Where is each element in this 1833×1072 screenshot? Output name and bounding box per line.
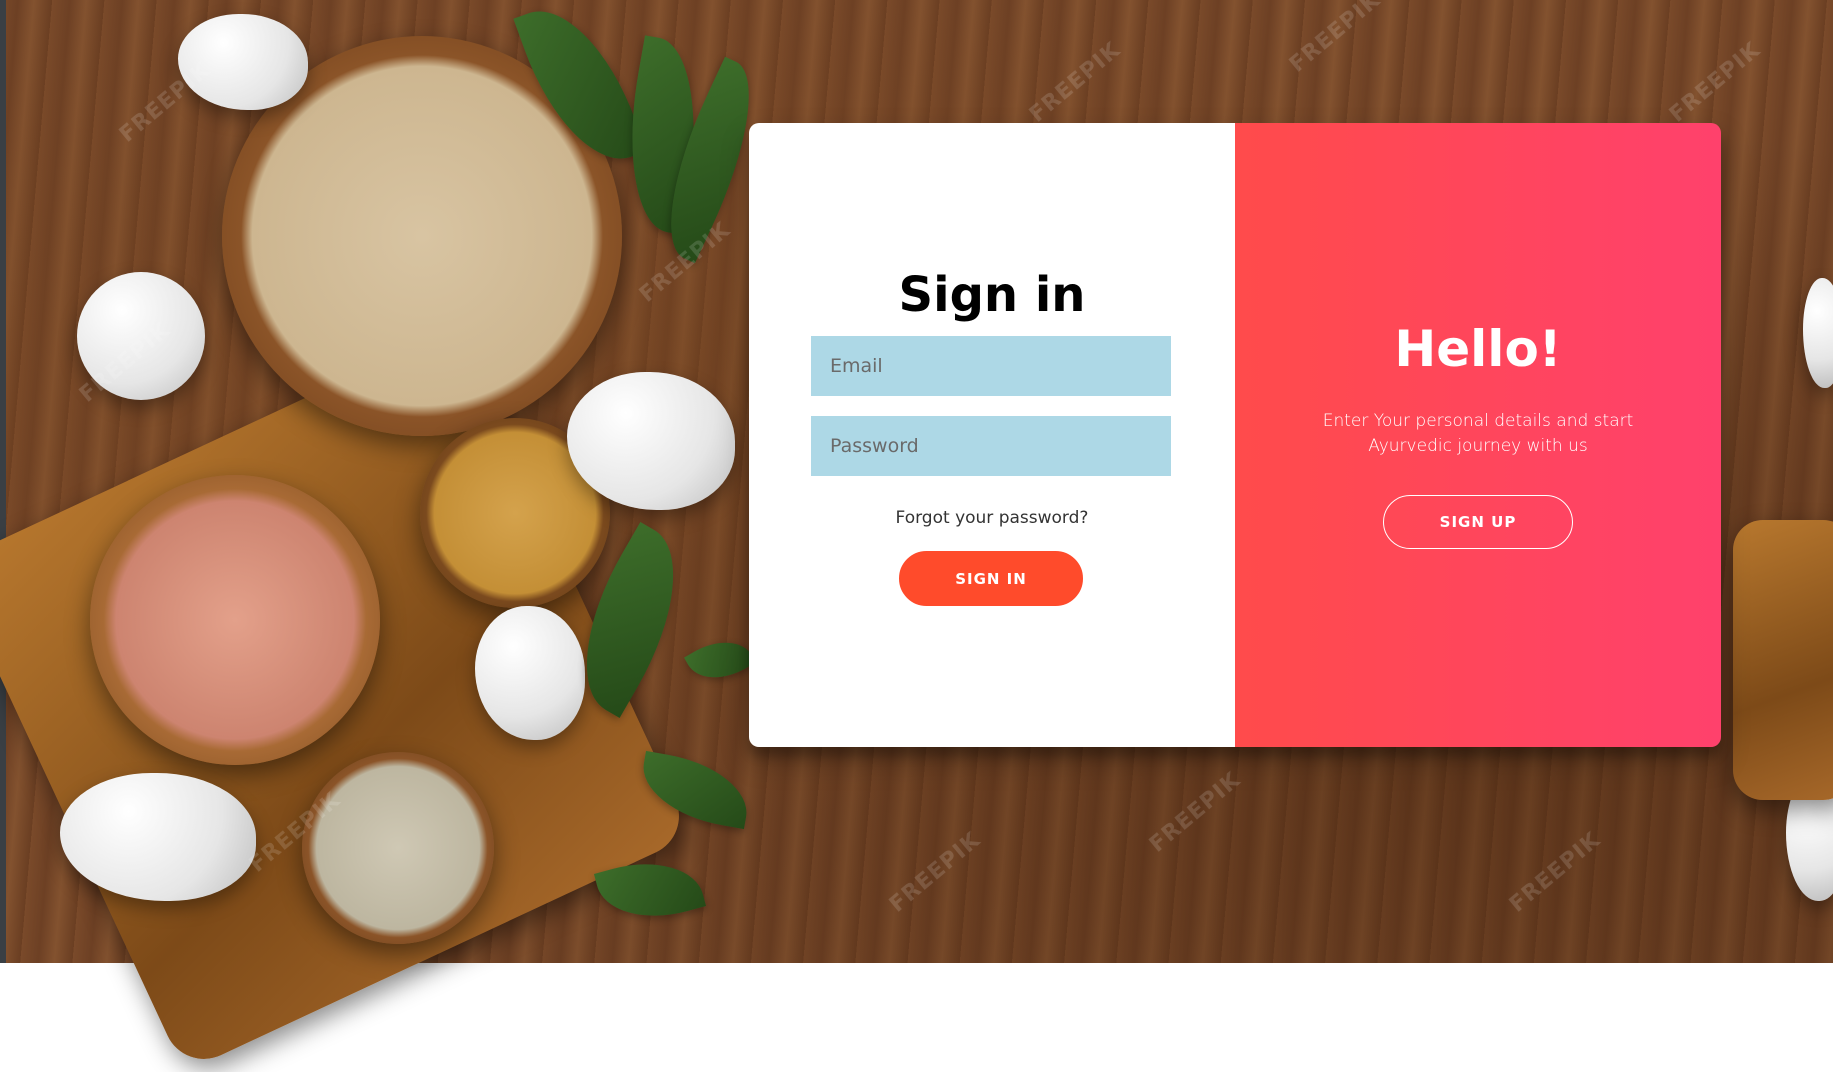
watermark: FREEPIK <box>1664 37 1766 128</box>
sign-up-button[interactable]: SIGN UP <box>1383 495 1573 549</box>
wooden-board-right <box>1733 520 1833 800</box>
window-edge <box>0 0 6 963</box>
clay-bowl <box>90 475 380 765</box>
sign-in-button[interactable]: SIGN IN <box>899 551 1083 606</box>
watermark: FREEPIK <box>1024 37 1126 128</box>
watermark: FREEPIK <box>1504 827 1606 918</box>
hello-title: Hello! <box>1394 320 1562 378</box>
auth-card: Sign in Forgot your password? SIGN IN He… <box>749 123 1721 747</box>
hello-description: Enter Your personal details and start Ay… <box>1322 411 1634 456</box>
watermark: FREEPIK <box>884 827 986 918</box>
password-input[interactable] <box>811 416 1171 476</box>
watermark: FREEPIK <box>1144 767 1246 858</box>
forgot-password-link[interactable]: Forgot your password? <box>749 508 1235 528</box>
email-input[interactable] <box>811 336 1171 396</box>
candle-right <box>1803 278 1833 388</box>
watermark: FREEPIK <box>1284 0 1386 78</box>
leaf-7 <box>684 627 756 693</box>
sign-up-overlay-panel: Hello! Enter Your personal details and s… <box>1235 123 1721 747</box>
sign-in-panel: Sign in Forgot your password? SIGN IN <box>749 123 1235 747</box>
watermark: FREEPIK <box>114 57 216 148</box>
powder-bowl <box>302 752 494 944</box>
white-stone-4 <box>60 773 256 901</box>
sign-in-title: Sign in <box>898 267 1086 323</box>
